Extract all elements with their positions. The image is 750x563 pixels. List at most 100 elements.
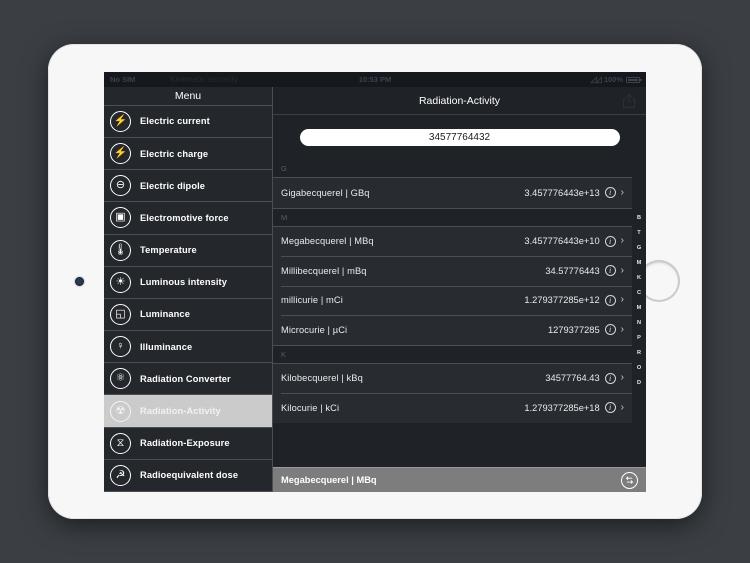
section-header-K: K (273, 345, 632, 364)
info-icon[interactable]: i (604, 235, 616, 247)
conversion-list-wrapper: G Gigabecquerel | GBq 3.457776443e+13 i › M Me… (273, 160, 646, 467)
atom-icon: ⚛ (110, 368, 131, 390)
row-right-group: 3.457776443e+13 i › (524, 187, 624, 199)
list-item[interactable]: Kilocurie | kCi 1.279377285e+18 i › (273, 393, 632, 423)
radioactive-icon: ☢ (110, 400, 131, 422)
unit-name: Millibecquerel | mBq (281, 265, 367, 276)
info-icon[interactable]: i (604, 372, 616, 384)
lightning-bolt-icon: ⚡ (110, 110, 131, 132)
footer-bar: Megabecquerel | MBq (273, 467, 646, 492)
sidebar-item-label: Radiation-Activity (140, 406, 221, 417)
thermometer-icon: 🌡 (110, 239, 131, 261)
input-zone (273, 115, 646, 160)
sidebar-item-radiation-exposure[interactable]: ⧖ Radiation-Exposure (104, 428, 272, 460)
chevron-right-icon[interactable]: › (621, 295, 624, 305)
battery-percent-label: 100% (603, 75, 623, 84)
row-right-group: 34.57776443 i › (545, 265, 624, 277)
sidebar-item-label: Luminance (140, 309, 190, 320)
chevron-right-icon[interactable]: › (621, 402, 624, 413)
unit-value: 3.457776443e+13 (524, 187, 600, 198)
square-overlap-icon: ◱ (110, 303, 131, 325)
chevron-right-icon[interactable]: › (621, 236, 624, 246)
battery-full-icon (626, 76, 642, 83)
unit-name: millicurie | mCi (281, 295, 343, 306)
info-icon[interactable]: i (604, 324, 616, 336)
swap-arrows-icon[interactable] (621, 471, 638, 489)
carrier-label: No SIM (110, 75, 136, 84)
list-item[interactable]: Millibecquerel | mBq 34.57776443 i › (273, 256, 632, 286)
info-icon[interactable]: i (604, 265, 616, 277)
lightbulb-icon: ☀ (110, 271, 131, 293)
list-item[interactable]: Gigabecquerel | GBq 3.457776443e+13 i › (273, 178, 632, 208)
chevron-right-icon[interactable]: › (621, 265, 624, 276)
index-letter-T-1[interactable]: T (637, 230, 640, 237)
index-letter-P-8[interactable]: P (637, 335, 641, 342)
sidebar-item-luminance[interactable]: ◱ Luminance (104, 299, 272, 332)
unit-value: 34577764.43 (545, 373, 600, 384)
unit-value: 34.57776443 (545, 265, 600, 276)
index-letter-O-10[interactable]: O (637, 365, 641, 372)
sidebar: Menu ⚡ Electric current ⚡ Electric charge ⊖ E… (104, 87, 273, 492)
index-letter-D-11[interactable]: D (637, 380, 641, 387)
sidebar-item-luminous-intensity[interactable]: ☀ Luminous intensity (104, 267, 272, 299)
chevron-right-icon[interactable]: › (621, 373, 624, 383)
value-input[interactable] (299, 129, 620, 146)
sidebar-item-electric-charge[interactable]: ⚡ Electric charge (104, 138, 272, 171)
info-icon[interactable]: i (604, 187, 616, 199)
sidebar-item-label: Electric charge (140, 148, 209, 159)
sidebar-item-illuminance[interactable]: ♀ Illuminance (104, 331, 272, 364)
sidebar-item-electromotive-force[interactable]: ▣ Electromotive force (104, 202, 272, 235)
section-header-M: M (273, 208, 632, 227)
list-item[interactable]: Microcurie | µCi 1279377285 i › (273, 315, 632, 345)
index-letter-R-9[interactable]: R (637, 350, 641, 357)
unit-value: 3.457776443e+10 (524, 236, 600, 247)
status-bar-left: No SIM (110, 75, 135, 84)
dipole-icon: ⊖ (110, 175, 131, 197)
index-letter-M-6[interactable]: M (637, 305, 642, 312)
info-icon[interactable]: i (604, 402, 616, 414)
hourglass-icon: ⧖ (110, 432, 131, 454)
index-letter-N-7[interactable]: N (637, 320, 641, 327)
index-letter-C-5[interactable]: C (637, 290, 641, 297)
chevron-right-icon[interactable]: › (621, 324, 624, 335)
conversion-list[interactable]: G Gigabecquerel | GBq 3.457776443e+13 i › M Me… (273, 160, 632, 467)
sidebar-item-list: ⚡ Electric current ⚡ Electric charge ⊖ Electr… (104, 106, 272, 492)
chevron-right-icon[interactable]: › (621, 187, 624, 198)
share-icon[interactable] (622, 93, 636, 109)
unit-name: Gigabecquerel | GBq (281, 187, 370, 198)
index-letter-K-4[interactable]: K (637, 275, 641, 282)
sidebar-item-radiation-activity[interactable]: ☢ Radiation-Activity (104, 395, 272, 428)
unit-name: Kilobecquerel | kBq (281, 373, 363, 384)
sidebar-item-temperature[interactable]: 🌡 Temperature (104, 235, 272, 267)
sidebar-item-label: Radioequivalent dose (140, 470, 239, 481)
sidebar-item-label: Illuminance (140, 341, 193, 352)
alphabet-index-strip[interactable]: B T G M K C M N P R O D (632, 160, 646, 467)
main-header: Radiation-Activity (273, 87, 646, 115)
list-item[interactable]: Megabecquerel | MBq 3.457776443e+10 i › (273, 226, 632, 256)
wifi-icon: ◿◿ (590, 75, 602, 84)
list-item[interactable]: Kilobecquerel | kBq 34577764.43 i › (273, 363, 632, 393)
tablet-frame: No SIM Kinematic viscosity 10:53 PM ◿◿ 1… (48, 44, 702, 519)
lamp-icon: ♀ (110, 336, 131, 358)
list-item[interactable]: millicurie | mCi 1.279377285e+12 i › (273, 285, 632, 315)
sidebar-item-radiation-converter[interactable]: ⚛ Radiation Converter (104, 363, 272, 396)
row-right-group: 3.457776443e+10 i › (524, 235, 624, 247)
sidebar-item-label: Electric current (140, 116, 210, 127)
sidebar-item-radioequivalent-dose[interactable]: ☭ Radioequivalent dose (104, 460, 272, 492)
index-letter-B-0[interactable]: B (637, 215, 641, 222)
sidebar-item-electric-dipole[interactable]: ⊖ Electric dipole (104, 170, 272, 203)
ghost-app-title: Kinematic viscosity (170, 75, 238, 84)
sidebar-item-label: Radiation Converter (140, 373, 231, 384)
sidebar-item-electric-current[interactable]: ⚡ Electric current (104, 106, 272, 138)
status-bar-right: ◿◿ 100% (590, 75, 642, 84)
index-letter-G-2[interactable]: G (637, 245, 641, 252)
index-letter-M-3[interactable]: M (637, 260, 642, 267)
unit-value: 1279377285 (547, 324, 600, 335)
app-body: Menu ⚡ Electric current ⚡ Electric charge ⊖ E… (104, 87, 646, 492)
footer-unit-label: Megabecquerel | MBq (281, 475, 377, 485)
info-icon[interactable]: i (604, 294, 616, 306)
row-right-group: 1.279377285e+18 i › (524, 402, 624, 414)
device-screen: No SIM Kinematic viscosity 10:53 PM ◿◿ 1… (104, 72, 646, 492)
row-right-group: 1.279377285e+12 i › (524, 294, 624, 306)
section-header-G: G (273, 160, 632, 178)
